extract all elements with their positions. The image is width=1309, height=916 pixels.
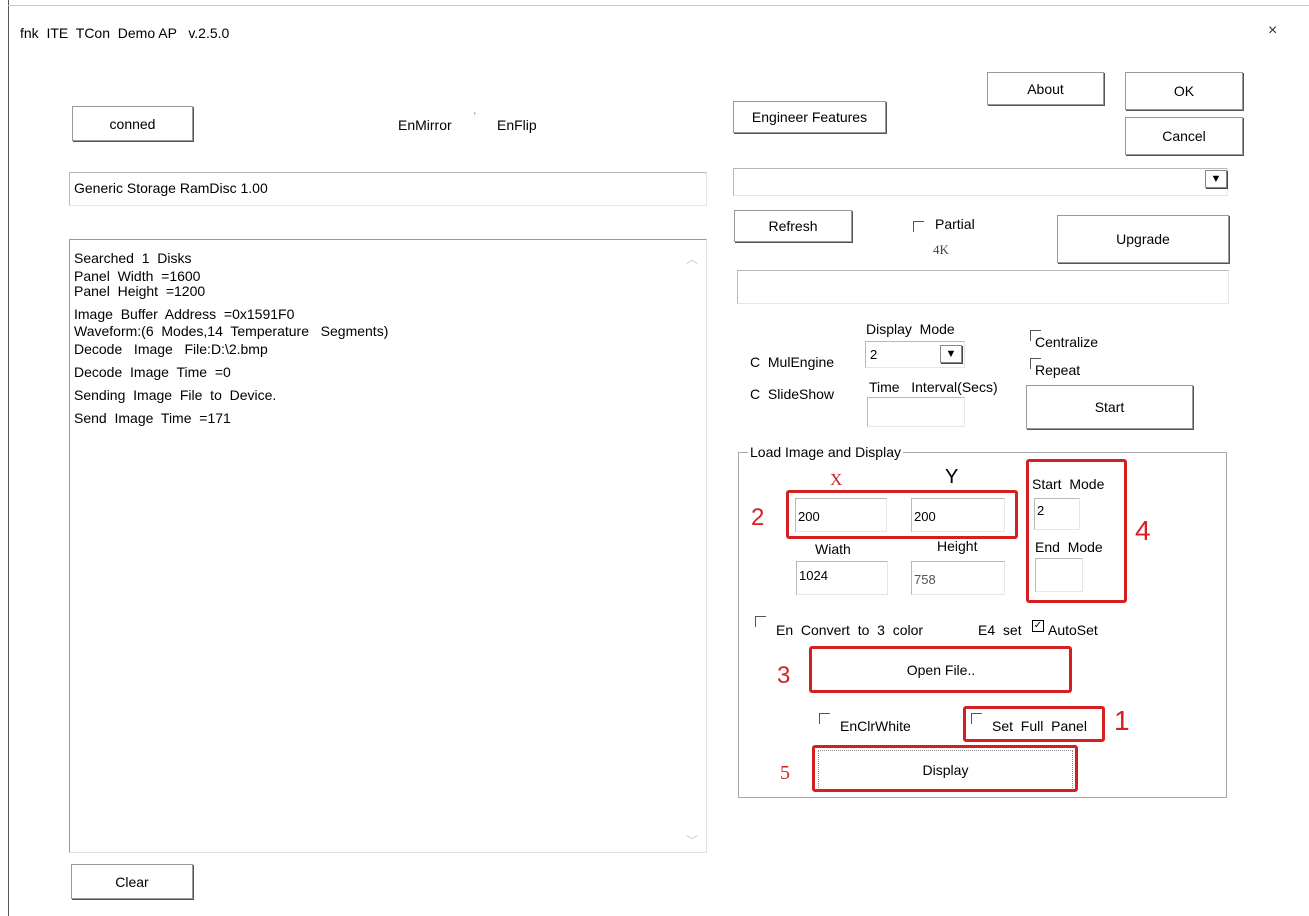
close-icon[interactable]: × bbox=[1268, 22, 1277, 40]
annotation-number-5: 5 bbox=[780, 762, 790, 784]
cancel-button[interactable]: Cancel bbox=[1125, 117, 1243, 155]
device-dropdown[interactable] bbox=[733, 168, 1228, 196]
log-textarea[interactable]: Searched 1 Disks Panel Width =1600 Panel… bbox=[69, 239, 707, 853]
height-label: Height bbox=[937, 538, 978, 554]
display-mode-value: 2 bbox=[870, 347, 878, 362]
four-k-label: 4K bbox=[933, 242, 949, 257]
partial-checkbox[interactable] bbox=[913, 221, 924, 232]
annotation-box-2 bbox=[786, 490, 1018, 539]
y-label: Y bbox=[945, 466, 959, 488]
annotation-number-4: 4 bbox=[1135, 515, 1151, 546]
autoset-checkbox[interactable]: ✓ bbox=[1032, 620, 1044, 632]
annotation-number-1: 1 bbox=[1114, 705, 1130, 736]
conned-button[interactable]: conned bbox=[72, 106, 193, 141]
time-interval-label: Time Interval(Secs) bbox=[869, 379, 998, 395]
log-line: Decode Image Time =0 bbox=[74, 364, 231, 380]
window-left-border bbox=[8, 0, 9, 916]
engineer-features-button[interactable]: Engineer Features bbox=[733, 101, 886, 133]
enflip-label[interactable]: EnFlip bbox=[497, 117, 537, 133]
log-line: Searched 1 Disks bbox=[74, 250, 192, 266]
clear-button[interactable]: Clear bbox=[71, 864, 193, 899]
window-top-border bbox=[8, 5, 1309, 6]
scroll-up-icon[interactable]: ︿ bbox=[686, 250, 698, 267]
display-mode-arrow-icon[interactable]: ▼ bbox=[940, 345, 962, 363]
enclrwhite-checkbox[interactable] bbox=[819, 713, 830, 724]
partial-label: Partial bbox=[935, 216, 975, 232]
annotation-box-1 bbox=[963, 706, 1105, 742]
enmirror-checkbox[interactable]: ' bbox=[474, 111, 476, 121]
upgrade-button[interactable]: Upgrade bbox=[1057, 215, 1229, 263]
width-label: Wiath bbox=[815, 541, 851, 557]
log-line: Image Buffer Address =0x1591F0 bbox=[74, 306, 295, 322]
log-line: Send Image Time =171 bbox=[74, 410, 231, 426]
annotation-box-4 bbox=[1026, 459, 1127, 603]
mulengine-radio[interactable]: C MulEngine bbox=[750, 354, 834, 370]
progress-bar bbox=[737, 270, 1229, 304]
refresh-button[interactable]: Refresh bbox=[734, 210, 852, 242]
annotation-number-3: 3 bbox=[777, 662, 791, 689]
load-image-group-title: Load Image and Display bbox=[748, 444, 903, 460]
log-line: Decode Image File:D:\2.bmp bbox=[74, 341, 268, 357]
about-button[interactable]: About bbox=[987, 72, 1104, 105]
autoset-label: AutoSet bbox=[1048, 622, 1098, 638]
device-name-field[interactable]: Generic Storage RamDisc 1.00 bbox=[69, 172, 707, 206]
log-line: Panel Height =1200 bbox=[74, 283, 206, 299]
e4set-label: E4 set bbox=[978, 622, 1022, 638]
dropdown-arrow-icon[interactable]: ▼ bbox=[1205, 170, 1227, 188]
repeat-label: Repeat bbox=[1035, 362, 1081, 378]
time-interval-input[interactable] bbox=[867, 397, 965, 427]
convert-3-color-label: En Convert to 3 color bbox=[776, 622, 924, 638]
scroll-down-icon[interactable]: ﹀ bbox=[686, 832, 698, 849]
annotation-number-2: 2 bbox=[751, 504, 765, 531]
x-label: X bbox=[830, 470, 843, 489]
start-button[interactable]: Start bbox=[1026, 385, 1193, 429]
width-input[interactable]: 1024 bbox=[796, 561, 888, 595]
enclrwhite-label: EnClrWhite bbox=[840, 718, 911, 734]
slideshow-radio[interactable]: C SlideShow bbox=[750, 386, 834, 402]
ok-button[interactable]: OK bbox=[1125, 72, 1243, 110]
annotation-box-5 bbox=[812, 745, 1078, 792]
height-input[interactable]: 758 bbox=[911, 561, 1005, 595]
window-title: fnk ITE TCon Demo AP v.2.5.0 bbox=[20, 25, 230, 41]
log-line: Sending Image File to Device. bbox=[74, 387, 277, 403]
display-mode-label: Display Mode bbox=[866, 321, 955, 337]
log-line: Panel Width =1600 bbox=[74, 268, 201, 284]
centralize-label: Centralize bbox=[1035, 334, 1099, 350]
enmirror-label[interactable]: EnMirror bbox=[398, 117, 452, 133]
convert-3-color-checkbox[interactable] bbox=[755, 616, 766, 627]
annotation-box-3 bbox=[809, 646, 1072, 693]
log-line: Waveform:(6 Modes,14 Temperature Segment… bbox=[74, 323, 389, 339]
